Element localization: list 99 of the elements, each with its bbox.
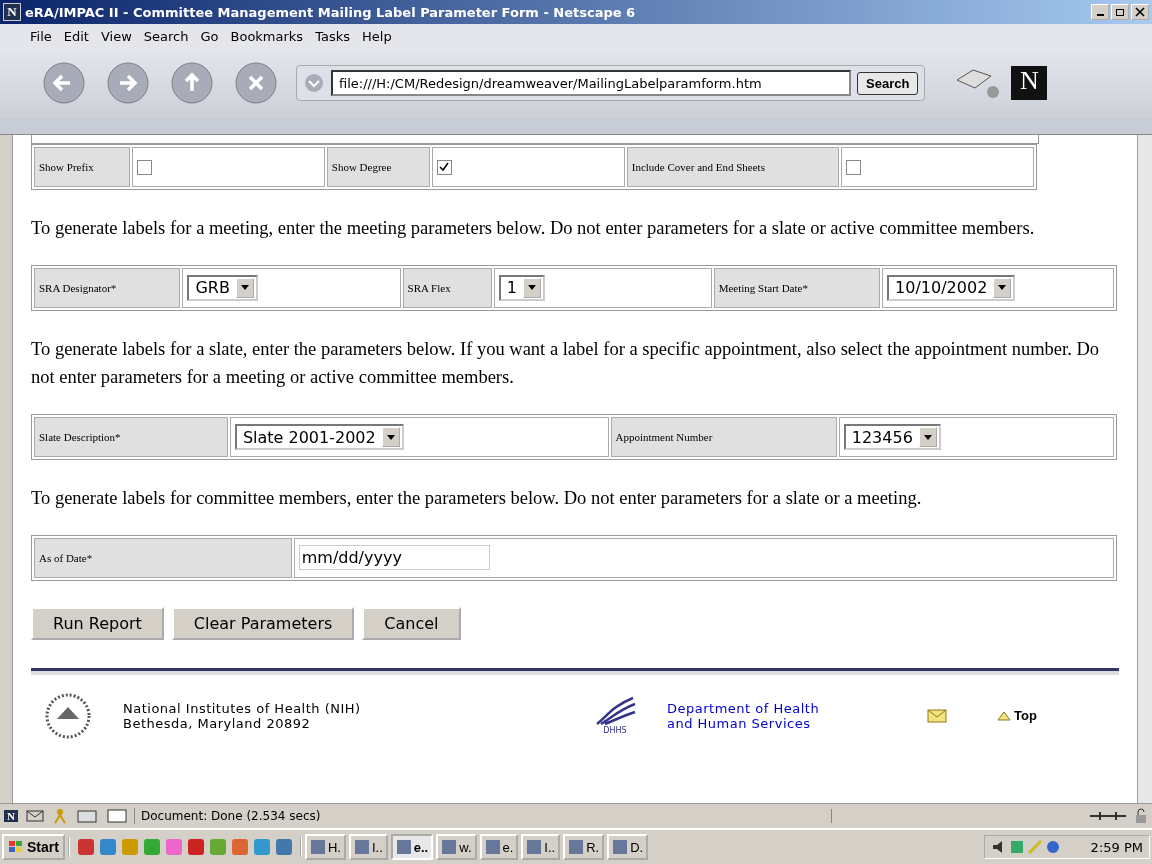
- envelope-icon[interactable]: [26, 809, 44, 823]
- field-label: Meeting Start Date*: [713, 267, 881, 308]
- clock: 2:59 PM: [1090, 839, 1143, 855]
- menu-item[interactable]: Go: [200, 28, 219, 44]
- taskbar-button[interactable]: I..: [348, 834, 388, 860]
- app-icon: N: [3, 3, 21, 21]
- app-icon[interactable]: N: [4, 810, 18, 822]
- checkbox[interactable]: [436, 159, 452, 175]
- quick-launch-icon[interactable]: [141, 837, 162, 857]
- date-input-field[interactable]: mm/dd/yyyy: [298, 545, 490, 571]
- dropdown-icon[interactable]: [303, 72, 325, 94]
- instructions-text: To generate labels for a slate, enter the parameters below. If you want a label for a specific appointment, also select the appointment number. Do not enter parameters for a meeting or active committee members.: [31, 337, 1101, 390]
- menu-item[interactable]: View: [100, 28, 132, 44]
- taskbar-button[interactable]: H.: [304, 834, 346, 860]
- quick-launch-icon[interactable]: [273, 837, 294, 857]
- taskbar-button[interactable]: R.: [563, 834, 605, 860]
- search-button[interactable]: Search: [857, 71, 919, 95]
- field-label: Slate Description*: [34, 417, 228, 457]
- address-text: National Institutes of Health (NIH): [123, 700, 362, 716]
- field-label: SRA Designator*: [34, 267, 181, 308]
- dropdown[interactable]: 123456: [843, 424, 941, 450]
- caret-icon: [386, 434, 395, 440]
- connection-icon: [1088, 809, 1128, 823]
- envelope-icon[interactable]: [927, 708, 947, 723]
- dropdown[interactable]: 10/10/2002: [887, 274, 1016, 301]
- taskbar-button[interactable]: e..: [390, 834, 434, 860]
- reload-icon[interactable]: [168, 59, 216, 107]
- instructions-text: To generate labels for committee members, enter the parameters below. Do not enter parameters for a slate or a meeting.: [31, 487, 923, 510]
- field-label: As of Date*: [34, 537, 292, 578]
- app-icon: [484, 839, 501, 855]
- caret-icon: [240, 285, 249, 291]
- menu-item[interactable]: Bookmarks: [230, 28, 304, 44]
- status-text: Document: Done (2.534 secs): [141, 809, 832, 823]
- browser-logo[interactable]: N: [1011, 66, 1048, 100]
- field-label: SRA Flex: [402, 267, 492, 308]
- person-icon[interactable]: [52, 808, 68, 824]
- tray-icon[interactable]: [1044, 839, 1061, 855]
- field-label: Show Degree: [326, 147, 430, 187]
- taskbar-button[interactable]: w.: [436, 834, 477, 860]
- minimize-icon: [1096, 14, 1104, 16]
- field-label: Appointment Number: [610, 417, 837, 457]
- app-icon: [612, 839, 629, 855]
- dropdown[interactable]: Slate 2001-2002: [234, 424, 404, 450]
- back-icon[interactable]: [40, 59, 88, 107]
- address-text: Bethesda, Maryland 20892: [123, 715, 312, 731]
- form-button[interactable]: Cancel: [362, 606, 461, 640]
- quick-launch-icon[interactable]: [97, 837, 118, 857]
- quick-launch-icon[interactable]: [163, 837, 184, 857]
- menu-item[interactable]: Tasks: [315, 28, 350, 44]
- app-icon: [395, 839, 412, 855]
- taskbar-button[interactable]: D.: [607, 834, 649, 860]
- menu-item[interactable]: File: [30, 28, 52, 44]
- dropdown[interactable]: 1: [498, 274, 545, 301]
- maximize-button[interactable]: [1111, 4, 1129, 20]
- quick-launch-icon[interactable]: [251, 837, 272, 857]
- caret-icon: [998, 285, 1007, 291]
- app-icon: [309, 839, 326, 855]
- top-link[interactable]: Top: [997, 708, 1037, 724]
- checkbox[interactable]: [136, 159, 152, 175]
- logo-caption: DHHS: [603, 726, 627, 736]
- department-link[interactable]: and Human Services: [667, 715, 897, 731]
- menu-item[interactable]: Help: [362, 28, 392, 44]
- field-label: Show Prefix: [34, 147, 130, 187]
- checkbox[interactable]: [846, 159, 862, 175]
- taskbar-button[interactable]: e.: [479, 834, 519, 860]
- app-icon: [441, 839, 458, 855]
- caret-icon: [527, 285, 536, 291]
- department-link[interactable]: Department of Health: [667, 700, 897, 716]
- taskbar-button[interactable]: I..: [521, 834, 561, 860]
- menu-item[interactable]: Edit: [63, 28, 89, 44]
- close-button[interactable]: [1131, 4, 1149, 20]
- quick-launch-icon[interactable]: [207, 837, 228, 857]
- triangle-icon: [997, 710, 1011, 721]
- app-icon: [353, 839, 370, 855]
- caret-icon: [923, 434, 932, 440]
- quick-launch-icon[interactable]: [75, 837, 96, 857]
- form-button[interactable]: Run Report: [31, 606, 164, 640]
- forward-icon[interactable]: [104, 59, 152, 107]
- app-icon: [568, 839, 585, 855]
- quick-launch-icon[interactable]: [185, 837, 206, 857]
- app-icon: [526, 839, 543, 855]
- sidebar-strip[interactable]: [0, 135, 13, 803]
- menu-item[interactable]: Search: [143, 28, 189, 44]
- quick-launch-icon[interactable]: [119, 837, 140, 857]
- form-button[interactable]: Clear Parameters: [171, 606, 355, 640]
- minimize-button[interactable]: [1091, 4, 1109, 20]
- stop-icon[interactable]: [232, 59, 280, 107]
- windows-logo: [8, 840, 24, 854]
- scrollbar[interactable]: [1137, 135, 1152, 803]
- dropdown[interactable]: GRB: [187, 274, 258, 301]
- quick-launch-icon[interactable]: [229, 837, 250, 857]
- close-icon: [1135, 7, 1145, 17]
- address-field[interactable]: file:///H:/CM/Redesign/dreamweaver/MailingLabelparamform.htm: [331, 70, 851, 96]
- start-button[interactable]: Start: [2, 834, 65, 860]
- maximize-icon: [1115, 7, 1125, 17]
- instructions-text: To generate labels for a meeting, enter the meeting parameters below. Do not enter parameters for a slate or active committee members.: [31, 217, 1036, 240]
- field-label: Include Cover and End Sheets: [626, 147, 840, 187]
- lock-icon: [1134, 808, 1148, 824]
- window-title: eRA/IMPAC II - Committee Management Mailing Label Parameter Form - Netscape 6: [25, 4, 637, 20]
